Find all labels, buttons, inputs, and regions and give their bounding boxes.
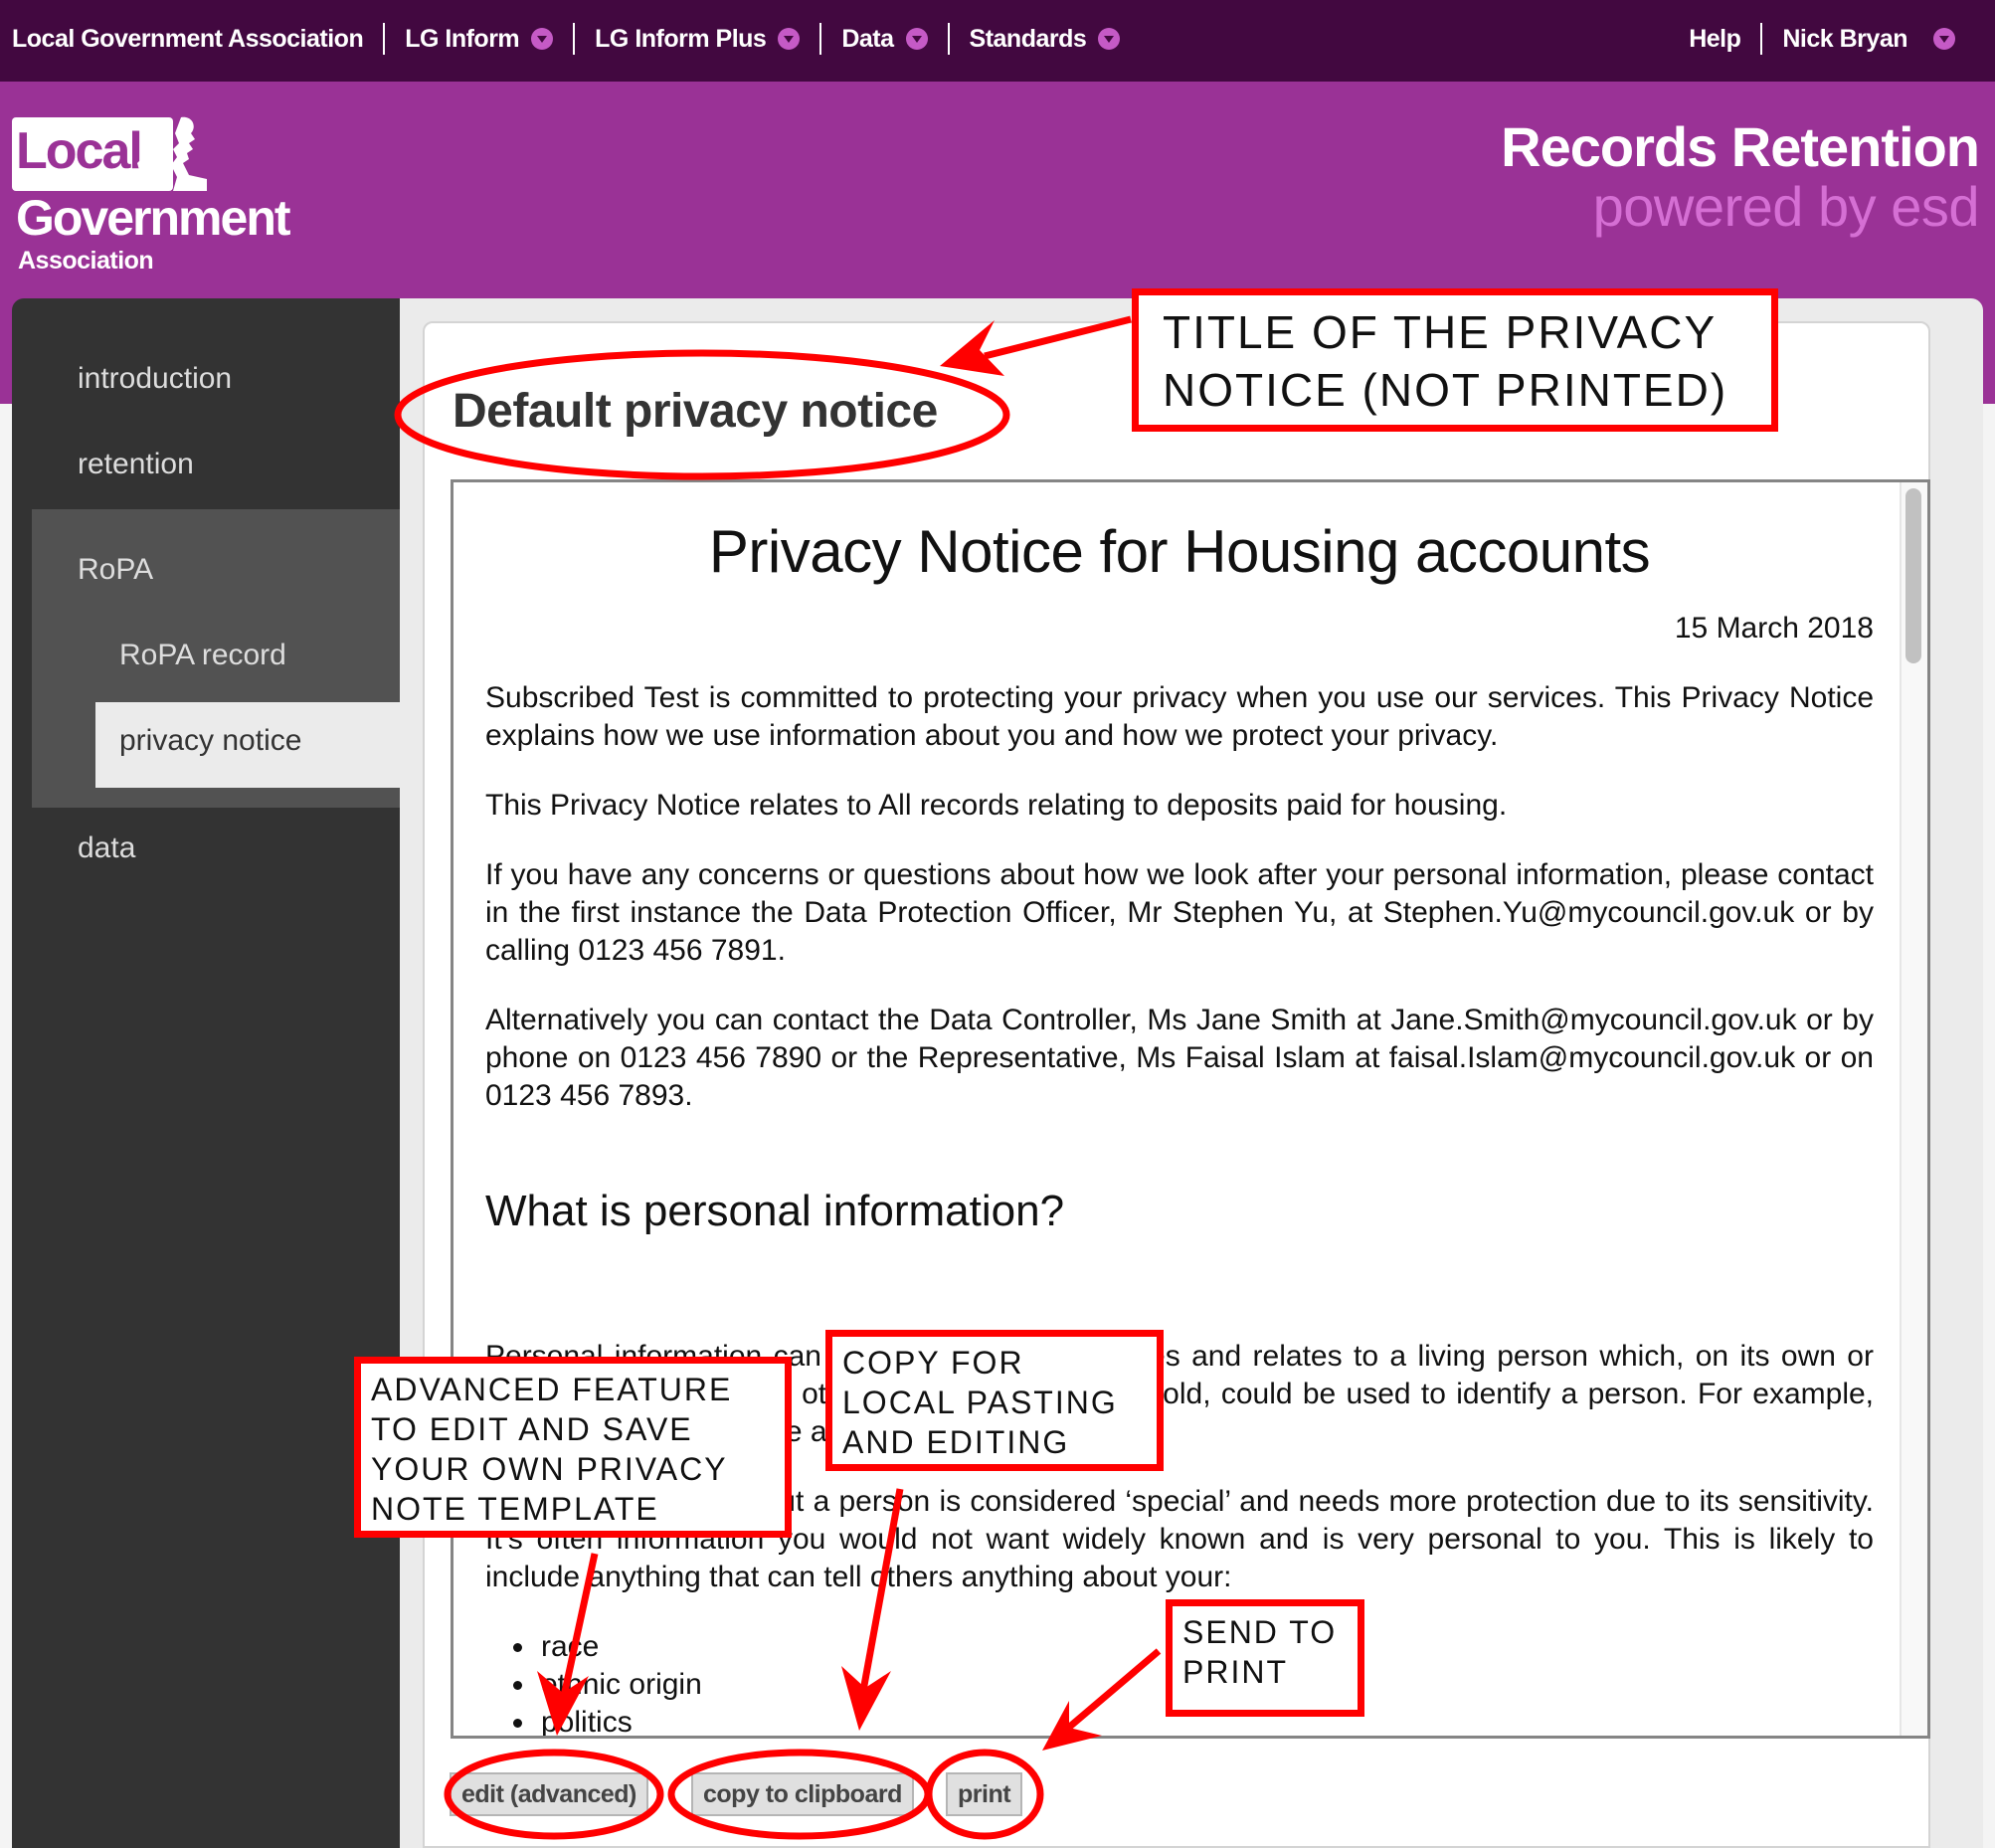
logo-association-text: Association [18,247,154,275]
sidebar-item-data[interactable]: data [78,832,376,865]
user-name: Nick Bryan [1782,24,1907,53]
faces-logo-icon [135,116,207,191]
nav-divider [819,23,822,55]
nav-lg-inform-label: LG Inform [405,24,520,53]
nav-divider [573,23,576,55]
logo-local-text: Local [16,122,143,180]
nav-lg-inform-plus-label: LG Inform Plus [595,24,767,53]
nav-lga[interactable]: Local Government Association [12,24,364,54]
copy-to-clipboard-button[interactable]: copy to clipboard [691,1772,914,1816]
document-title: Privacy Notice for Housing accounts [708,518,1651,585]
chevron-down-icon [905,28,928,50]
sidebar-item-retention[interactable]: retention [78,448,376,481]
annotation-title-note: TITLE OF THE PRIVACY NOTICE (NOT PRINTED… [1132,288,1778,432]
privacy-notice-document[interactable]: Privacy Notice for Housing accounts 15 M… [451,479,1930,1739]
logo-government-text: Government [16,190,291,246]
nav-lg-inform-plus[interactable]: LG Inform Plus [595,24,801,54]
sidebar-item-introduction[interactable]: introduction [78,362,376,396]
print-button[interactable]: print [946,1772,1023,1816]
nav-lg-inform[interactable]: LG Inform [405,24,554,54]
document-content: Privacy Notice for Housing accounts 15 M… [485,482,1874,1736]
edit-advanced-button[interactable]: edit (advanced) [450,1772,648,1816]
sidebar-item-ropa-record[interactable]: RoPA record [119,639,388,672]
nav-standards[interactable]: Standards [970,25,1121,54]
document-paragraph: Alternatively you can contact the Data C… [485,1004,1874,1112]
nav-divider [383,23,386,55]
document-paragraph: If you have any concerns or questions ab… [485,858,1874,967]
scrollbar-thumb[interactable] [1905,488,1921,663]
sidebar-item-privacy-notice[interactable]: privacy notice [119,724,388,758]
top-nav-right: Help Nick Bryan [1689,0,1955,78]
sidebar-item-ropa[interactable]: RoPA [78,553,376,587]
app-title: Records Retention [1501,115,1980,178]
annotation-edit-note: ADVANCED FEATURE TO EDIT AND SAVE YOUR O… [354,1357,792,1538]
document-paragraph: This Privacy Notice relates to All recor… [485,789,1508,822]
page-title: Default privacy notice [453,385,938,438]
nav-lga-label: Local Government Association [12,24,364,53]
chevron-down-icon [1933,28,1955,50]
document-scrollbar[interactable] [1900,482,1927,1736]
annotation-print-note: SEND TO PRINT [1166,1599,1364,1717]
chevron-down-icon [778,28,801,50]
top-navigation-bar: Local Government Association LG Inform L… [0,0,1995,82]
nav-help[interactable]: Help [1689,24,1741,54]
document-date: 15 March 2018 [1674,612,1874,645]
sidebar: introduction retention RoPA RoPA record … [12,298,400,1848]
nav-user-menu[interactable]: Nick Bryan [1782,25,1955,54]
chevron-down-icon [531,28,554,50]
top-nav-left: Local Government Association LG Inform L… [12,0,1121,78]
chevron-down-icon [1098,28,1121,50]
app-subtitle: powered by esd [1592,175,1980,238]
nav-data-label: Data [841,24,894,53]
app-title-block: Records Retention powered by esd [1501,115,1980,238]
nav-standards-label: Standards [969,24,1087,53]
nav-data[interactable]: Data [841,24,928,54]
nav-divider [1760,23,1763,55]
annotation-copy-note: COPY FOR LOCAL PASTING AND EDITING [825,1330,1164,1471]
nav-help-label: Help [1689,24,1741,53]
document-paragraph: Subscribed Test is committed to protecti… [485,681,1874,752]
section-heading: What is personal information? [485,1187,1065,1235]
nav-divider [947,23,950,55]
lga-logo[interactable]: Local Government Association [12,115,291,275]
